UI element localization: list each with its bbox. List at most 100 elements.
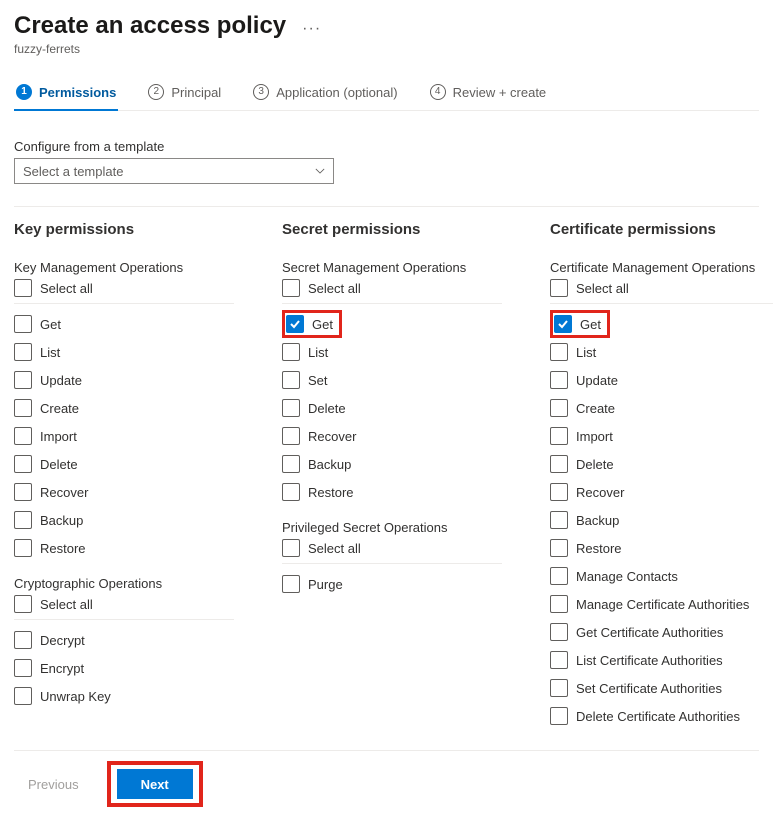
certificate-permission-row[interactable]: Update (550, 366, 773, 394)
secret-permission-row[interactable]: List (282, 338, 502, 366)
checkbox[interactable] (14, 279, 32, 297)
key-permission-row[interactable]: Delete (14, 450, 234, 478)
checkbox[interactable] (14, 315, 32, 333)
certificate-permission-row[interactable]: Get Certificate Authorities (550, 618, 773, 646)
checkbox[interactable] (14, 399, 32, 417)
checkbox[interactable] (282, 427, 300, 445)
checkbox-label: List (40, 345, 60, 360)
certificate-permission-row[interactable]: Create (550, 394, 773, 422)
certificate-permission-row[interactable]: List (550, 338, 773, 366)
checkbox[interactable] (550, 511, 568, 529)
certificate-select-all-row[interactable]: Select all (550, 279, 773, 304)
checkbox[interactable] (550, 399, 568, 417)
secret-select-all-row[interactable]: Select all (282, 279, 502, 304)
checkbox-label: Encrypt (40, 661, 84, 676)
checkbox[interactable] (550, 343, 568, 361)
key-permission-row[interactable]: List (14, 338, 234, 366)
checkbox-label: Select all (308, 541, 361, 556)
certificate-permission-row[interactable]: List Certificate Authorities (550, 646, 773, 674)
checkbox[interactable] (282, 279, 300, 297)
checkbox[interactable] (550, 623, 568, 641)
key-permission-row[interactable]: Update (14, 366, 234, 394)
certificate-permission-row[interactable]: Get (550, 310, 773, 338)
checkbox[interactable] (282, 343, 300, 361)
tab-step-2[interactable]: 2Principal (146, 78, 223, 110)
tab-step-4[interactable]: 4Review + create (428, 78, 549, 110)
checkbox[interactable] (550, 707, 568, 725)
previous-button[interactable]: Previous (14, 769, 93, 799)
checkbox[interactable] (14, 511, 32, 529)
checkbox[interactable] (14, 371, 32, 389)
key-permission-row[interactable]: Get (14, 310, 234, 338)
key-permission-row[interactable]: Create (14, 394, 234, 422)
next-button[interactable]: Next (117, 769, 193, 799)
certificate-permission-row[interactable]: Recover (550, 478, 773, 506)
key-permission-row[interactable]: Import (14, 422, 234, 450)
key-select-all-row[interactable]: Select all (14, 595, 234, 620)
checkbox[interactable] (14, 483, 32, 501)
checkbox[interactable] (550, 371, 568, 389)
template-select[interactable]: Select a template (14, 158, 334, 184)
certificate-permission-row[interactable]: Manage Contacts (550, 562, 773, 590)
checkbox[interactable] (550, 455, 568, 473)
checkbox-label: Create (40, 401, 79, 416)
checkbox[interactable] (282, 575, 300, 593)
checkbox-label: Backup (576, 513, 619, 528)
certificate-permission-row[interactable]: Restore (550, 534, 773, 562)
certificate-permission-row[interactable]: Manage Certificate Authorities (550, 590, 773, 618)
secret-permission-row[interactable]: Recover (282, 422, 502, 450)
checkbox-label: Manage Contacts (576, 569, 678, 584)
secret-permission-row[interactable]: Backup (282, 450, 502, 478)
more-icon[interactable]: ··· (302, 20, 321, 38)
tab-label: Application (optional) (276, 85, 397, 100)
key-permission-row[interactable]: Backup (14, 506, 234, 534)
checkbox[interactable] (282, 399, 300, 417)
tab-step-1[interactable]: 1Permissions (14, 78, 118, 110)
tab-step-3[interactable]: 3Application (optional) (251, 78, 399, 110)
checkbox[interactable] (282, 539, 300, 557)
certificate-permission-row[interactable]: Set Certificate Authorities (550, 674, 773, 702)
secret-permission-row[interactable]: Purge (282, 570, 502, 598)
checkbox-label: Delete (576, 457, 614, 472)
checkbox[interactable] (14, 631, 32, 649)
key-select-all-row[interactable]: Select all (14, 279, 234, 304)
checkbox-label: Restore (40, 541, 86, 556)
checkbox[interactable] (14, 427, 32, 445)
checkbox[interactable] (550, 567, 568, 585)
key-permission-row[interactable]: Recover (14, 478, 234, 506)
key-permission-row[interactable]: Restore (14, 534, 234, 562)
certificate-permission-row[interactable]: Backup (550, 506, 773, 534)
checkbox[interactable] (550, 483, 568, 501)
checkbox[interactable] (550, 651, 568, 669)
certificate-permission-row[interactable]: Import (550, 422, 773, 450)
checkbox[interactable] (14, 343, 32, 361)
key-group-title: Key Management Operations (14, 260, 234, 275)
secret-permission-row[interactable]: Restore (282, 478, 502, 506)
key-permission-row[interactable]: Encrypt (14, 654, 234, 682)
checkbox[interactable] (550, 595, 568, 613)
certificate-permission-row[interactable]: Delete Certificate Authorities (550, 702, 773, 730)
checkbox-label: Recover (308, 429, 356, 444)
checkbox[interactable] (554, 315, 572, 333)
checkbox[interactable] (550, 279, 568, 297)
checkbox[interactable] (286, 315, 304, 333)
checkbox[interactable] (282, 483, 300, 501)
checkbox[interactable] (14, 539, 32, 557)
secret-select-all-row[interactable]: Select all (282, 539, 502, 564)
certificate-group-title: Certificate Management Operations (550, 260, 773, 275)
checkbox[interactable] (14, 595, 32, 613)
key-permission-row[interactable]: Unwrap Key (14, 682, 234, 710)
key-permission-row[interactable]: Decrypt (14, 626, 234, 654)
secret-permission-row[interactable]: Set (282, 366, 502, 394)
certificate-permission-row[interactable]: Delete (550, 450, 773, 478)
secret-permission-row[interactable]: Delete (282, 394, 502, 422)
checkbox[interactable] (282, 371, 300, 389)
checkbox[interactable] (14, 687, 32, 705)
checkbox[interactable] (282, 455, 300, 473)
checkbox[interactable] (550, 539, 568, 557)
secret-permission-row[interactable]: Get (282, 310, 502, 338)
checkbox[interactable] (14, 659, 32, 677)
checkbox[interactable] (14, 455, 32, 473)
checkbox[interactable] (550, 427, 568, 445)
checkbox[interactable] (550, 679, 568, 697)
